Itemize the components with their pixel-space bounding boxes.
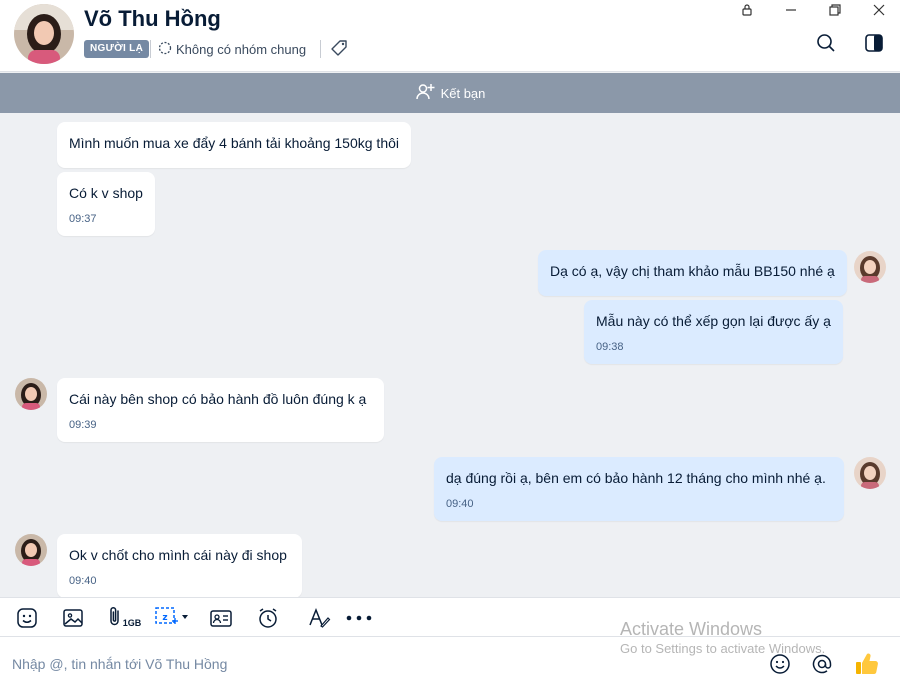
sidebar-toggle-icon[interactable] — [861, 30, 887, 56]
message-input[interactable] — [0, 637, 760, 691]
minimize-icon[interactable] — [776, 0, 806, 20]
dotted-circle-icon — [158, 41, 172, 58]
message-text: Có k v shop — [69, 185, 143, 201]
message-time: 09:39 — [69, 419, 97, 431]
message-text: dạ đúng rồi ạ, bên em có bảo hành 12 thá… — [446, 470, 826, 486]
message-bubble[interactable]: Có k v shop 09:37 — [57, 172, 155, 236]
screenshot-button[interactable]: z — [153, 605, 191, 631]
stranger-badge: NGƯỜI LẠ — [84, 40, 150, 58]
message-time: 09:38 — [596, 341, 624, 353]
message-text: Mẫu này có thể xếp gọn lại được ấy ạ — [596, 313, 831, 329]
my-avatar[interactable] — [854, 457, 886, 489]
divider — [320, 40, 321, 58]
add-friend-label: Kết bạn — [440, 85, 486, 101]
emoji-icon[interactable] — [766, 650, 794, 678]
message-text: Cái này bên shop có bảo hành đồ luôn đún… — [69, 391, 367, 407]
common-groups-label: Không có nhóm chung — [176, 41, 307, 57]
composer-toolbar: 1GB z — [0, 597, 900, 637]
screenshot-icon: z — [154, 605, 180, 632]
paperclip-icon — [107, 605, 123, 632]
chevron-down-icon — [180, 609, 190, 627]
text-format-icon[interactable] — [306, 605, 332, 631]
thumbs-up-icon[interactable] — [853, 650, 881, 678]
contact-card-icon[interactable] — [208, 605, 234, 631]
svg-text:z: z — [162, 613, 167, 623]
mention-icon[interactable] — [808, 650, 836, 678]
add-friend-button[interactable]: Kết bạn — [0, 73, 900, 113]
common-groups[interactable]: Không có nhóm chung — [158, 38, 306, 60]
search-icon[interactable] — [813, 30, 839, 56]
message-text: Ok v chốt cho mình cái này đi shop — [69, 547, 287, 563]
restore-icon[interactable] — [820, 0, 850, 20]
contact-message-avatar[interactable] — [15, 534, 47, 566]
contact-avatar[interactable] — [14, 4, 74, 64]
attach-file-button[interactable]: 1GB — [106, 605, 142, 631]
message-bubble[interactable]: Mẫu này có thể xếp gọn lại được ấy ạ 09:… — [584, 300, 843, 364]
divider — [150, 40, 151, 58]
contact-name: Võ Thu Hồng — [84, 6, 221, 31]
close-icon[interactable] — [864, 0, 894, 20]
more-options-icon[interactable] — [344, 605, 374, 631]
composer — [0, 637, 900, 691]
message-time: 09:37 — [69, 213, 97, 225]
chat-header: Võ Thu Hồng NGƯỜI LẠ Không có nhóm chung — [0, 0, 900, 72]
message-text: Dạ có ạ, vậy chị tham khảo mẫu BB150 nhé… — [550, 263, 835, 279]
message-bubble[interactable]: Ok v chốt cho mình cái này đi shop 09:40 — [57, 534, 302, 597]
add-user-icon — [415, 82, 435, 105]
contact-message-avatar[interactable] — [15, 378, 47, 410]
my-avatar[interactable] — [854, 251, 886, 283]
tag-icon[interactable] — [329, 38, 349, 58]
message-bubble[interactable]: Mình muốn mua xe đẩy 4 bánh tải khoảng 1… — [57, 122, 411, 168]
file-size-limit: 1GB — [122, 618, 142, 628]
message-text: Mình muốn mua xe đẩy 4 bánh tải khoảng 1… — [69, 135, 399, 151]
image-icon[interactable] — [60, 605, 86, 631]
message-time: 09:40 — [69, 575, 97, 587]
sticker-icon[interactable] — [14, 605, 40, 631]
message-time: 09:40 — [446, 498, 474, 510]
message-bubble[interactable]: Cái này bên shop có bảo hành đồ luôn đún… — [57, 378, 384, 442]
message-list[interactable]: Mình muốn mua xe đẩy 4 bánh tải khoảng 1… — [0, 113, 900, 597]
message-bubble[interactable]: Dạ có ạ, vậy chị tham khảo mẫu BB150 nhé… — [538, 250, 847, 296]
reminder-clock-icon[interactable] — [255, 605, 281, 631]
message-bubble[interactable]: dạ đúng rồi ạ, bên em có bảo hành 12 thá… — [434, 457, 844, 521]
lock-icon[interactable] — [732, 0, 762, 20]
